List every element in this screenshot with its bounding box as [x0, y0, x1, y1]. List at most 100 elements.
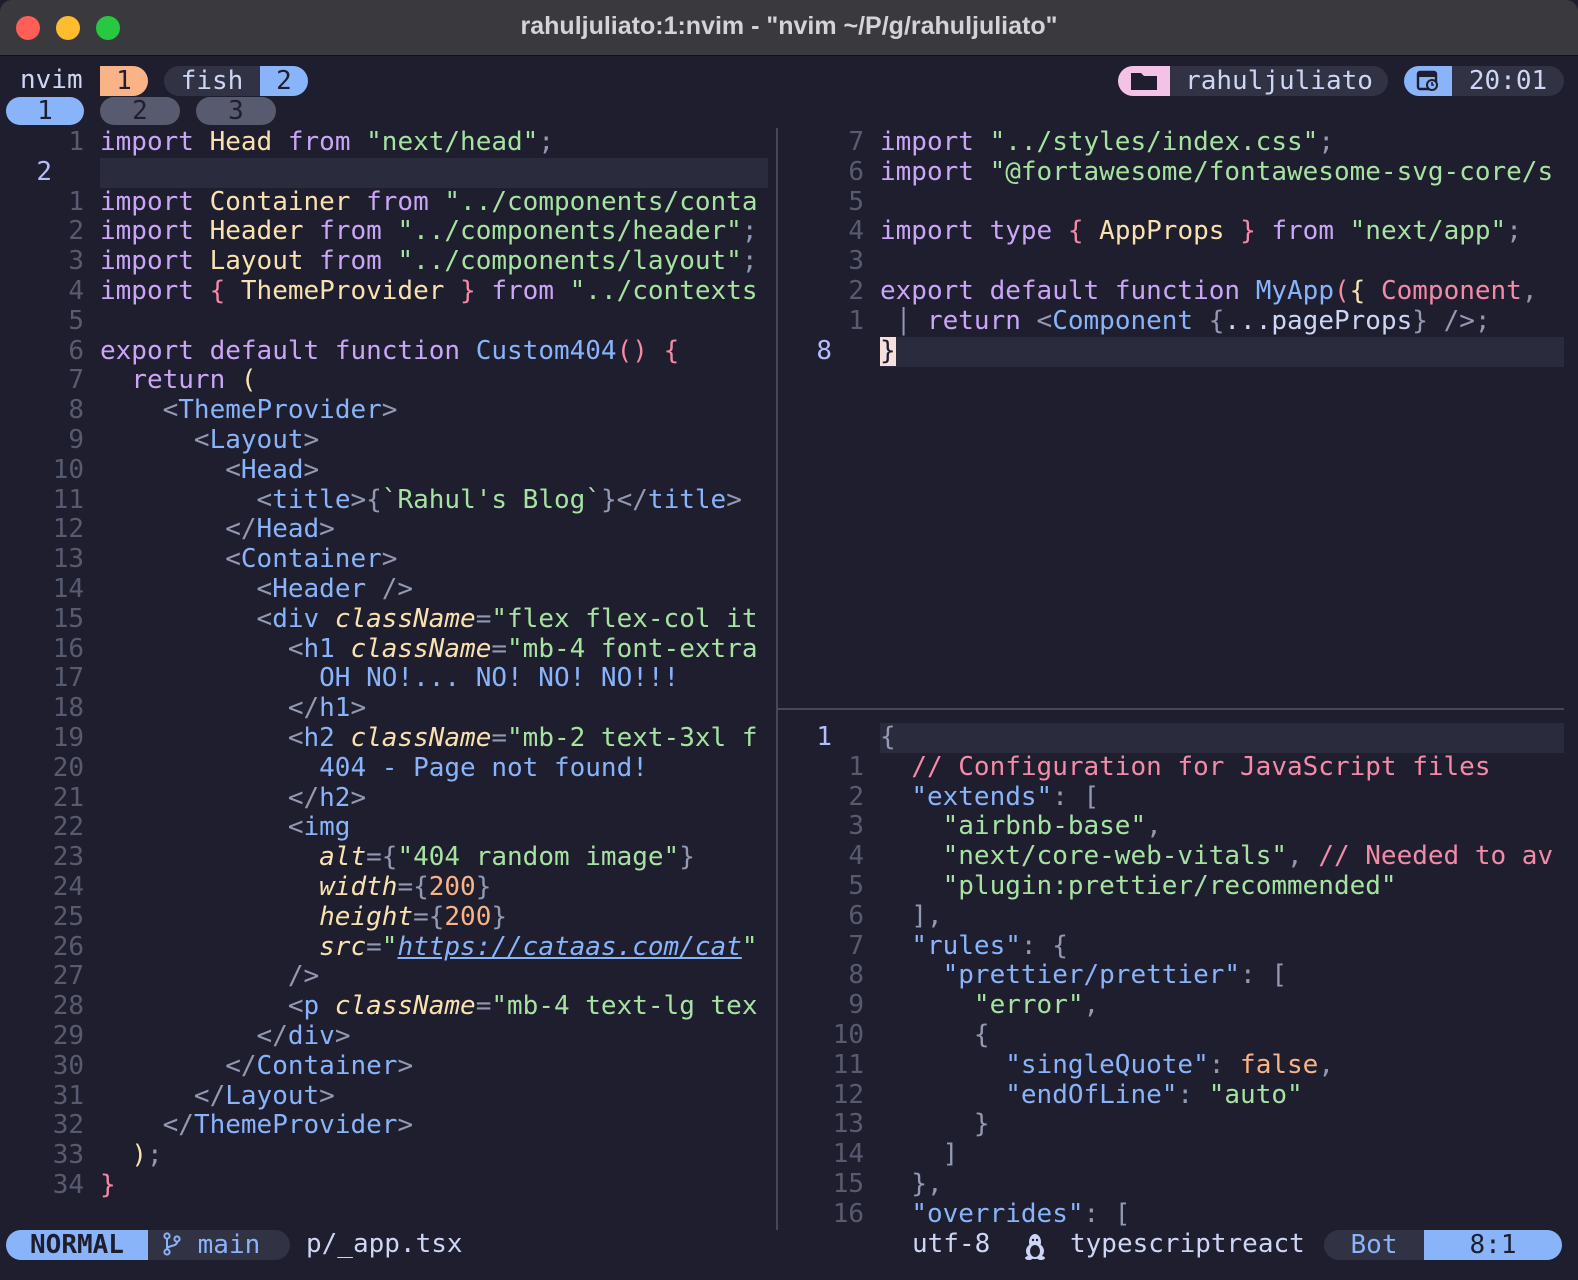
tab-1[interactable]: 1	[6, 97, 84, 125]
git-branch[interactable]: main	[148, 1230, 290, 1260]
code-line[interactable]: "airbnb-base",	[880, 812, 1162, 842]
tmux-window-2-index[interactable]: 2	[260, 66, 308, 96]
code-line[interactable]: "endOfLine": "auto"	[880, 1081, 1302, 1111]
folder-icon	[1118, 66, 1170, 96]
code-line[interactable]: <h2 className="mb-2 text-3xl f	[100, 724, 758, 754]
code-line[interactable]: }	[880, 336, 896, 367]
line-number: 10	[832, 1020, 864, 1050]
line-number: 14	[52, 574, 84, 604]
code-line[interactable]: import Header from "../components/header…	[100, 217, 757, 247]
code-token: h1	[319, 694, 351, 724]
code-line[interactable]: "prettier/prettier": [	[880, 961, 1287, 991]
code-token: "404 random image"	[397, 843, 680, 873]
code-line[interactable]: <ThemeProvider>	[100, 396, 398, 426]
code-line[interactable]: }	[100, 1171, 116, 1201]
code-line[interactable]: import Head from "next/head";	[100, 128, 554, 158]
code-line[interactable]: │ return <Component {...pageProps} />;	[880, 307, 1491, 337]
line-number: 1	[68, 127, 84, 157]
code-line[interactable]: <Header />	[100, 575, 414, 605]
code-token: Head	[240, 455, 304, 485]
tmux-window-1-name[interactable]: nvim	[20, 65, 83, 96]
code-line[interactable]: {	[880, 723, 896, 753]
code-line[interactable]: height={200}	[100, 903, 507, 933]
code-line[interactable]: import Layout from "../components/layout…	[100, 247, 757, 277]
code-token: div	[272, 604, 320, 634]
tab-2[interactable]: 2	[100, 97, 180, 125]
code-token: }</	[600, 485, 648, 515]
tab-3[interactable]: 3	[196, 97, 276, 125]
code-line[interactable]: "extends": [	[880, 783, 1099, 813]
code-line[interactable]: // Configuration for JavaScript files	[880, 753, 1490, 783]
code-line[interactable]: <p className="mb-4 text-lg tex	[100, 992, 758, 1022]
code-line[interactable]: />	[100, 962, 319, 992]
code-line[interactable]: </div>	[100, 1022, 351, 1052]
tmux-window-2-name[interactable]: fish	[164, 66, 260, 96]
code-line[interactable]: "next/core-web-vitals", // Needed to av	[880, 842, 1554, 872]
line-number: 4	[848, 216, 864, 247]
code-line[interactable]: {	[880, 1021, 990, 1051]
git-branch-name: main	[197, 1230, 261, 1260]
code-token: ;	[146, 1141, 163, 1171]
code-line[interactable]: import type { AppProps } from "next/app"…	[880, 217, 1522, 247]
code-line[interactable]: import { ThemeProvider } from "../contex…	[100, 277, 757, 307]
horizontal-split-divider[interactable]	[778, 708, 1564, 710]
code-token: }	[679, 843, 695, 873]
code-token: >	[303, 455, 320, 485]
code-line[interactable]: return (	[100, 366, 256, 396]
tmux-window-1-index[interactable]: 1	[100, 66, 148, 96]
code-line[interactable]: alt={"404 random image"}	[100, 843, 695, 873]
code-line[interactable]: "plugin:prettier/recommended"	[880, 872, 1397, 902]
code-line[interactable]: OH NO!... NO! NO! NO!!!	[100, 664, 679, 694]
code-line[interactable]: <Layout>	[100, 426, 319, 456]
code-line[interactable]: </Layout>	[100, 1082, 335, 1112]
code-line[interactable]: </ThemeProvider>	[100, 1111, 413, 1141]
code-line[interactable]: import Container from "../components/con…	[100, 188, 757, 218]
code-line[interactable]: ],	[880, 902, 942, 932]
code-token: <	[256, 485, 273, 515]
code-line[interactable]: 404 - Page not found!	[100, 754, 648, 784]
code-line[interactable]: <title>{`Rahul's Blog`}</title>	[100, 486, 742, 516]
code-line[interactable]: },	[880, 1170, 942, 1200]
code-line[interactable]: import "../styles/index.css";	[880, 128, 1334, 158]
line-number: 8	[848, 960, 864, 991]
code-line[interactable]: <div className="flex flex-col it	[100, 604, 758, 635]
code-token: <	[287, 992, 304, 1022]
code-line[interactable]: "rules": {	[880, 932, 1068, 962]
code-line[interactable]: width={200}	[100, 873, 491, 903]
code-line[interactable]: "error",	[880, 991, 1099, 1021]
code-line[interactable]: <h1 className="mb-4 font-extra	[100, 634, 758, 665]
line-number: 8	[68, 395, 84, 426]
code-line[interactable]: <Head>	[100, 456, 319, 486]
vertical-split-divider[interactable]	[776, 128, 778, 1230]
code-line[interactable]: }	[880, 1110, 990, 1140]
code-line[interactable]: </Container>	[100, 1052, 413, 1082]
code-line[interactable]: import "@fortawesome/fontawesome-svg-cor…	[880, 158, 1553, 188]
code-line[interactable]: src="https://cataas.com/cat"	[100, 933, 757, 963]
code-line[interactable]: "singleQuote": false,	[880, 1051, 1334, 1081]
code-line[interactable]: );	[100, 1141, 163, 1171]
code-token: OH NO!... NO! NO! NO!!!	[319, 664, 680, 694]
line-number: 13	[832, 1109, 864, 1140]
code-line[interactable]: ]	[880, 1140, 959, 1170]
code-line[interactable]: <img	[100, 813, 351, 843]
code-line[interactable]: </h1>	[100, 694, 366, 724]
code-line[interactable]: </h2>	[100, 784, 366, 814]
code-line[interactable]: export default function MyApp({ Componen…	[880, 277, 1538, 307]
code-token: "../components/layout"	[397, 247, 742, 277]
code-token: title	[647, 485, 727, 515]
code-token: Header	[209, 217, 304, 247]
code-line[interactable]: export default function Custom404() {	[100, 337, 679, 367]
code-token: "mb-4 font-extra	[507, 634, 758, 664]
code-line[interactable]: </Head>	[100, 515, 335, 545]
code-line[interactable]: <Container>	[100, 545, 397, 575]
code-line[interactable]: "overrides": [	[880, 1200, 1130, 1230]
